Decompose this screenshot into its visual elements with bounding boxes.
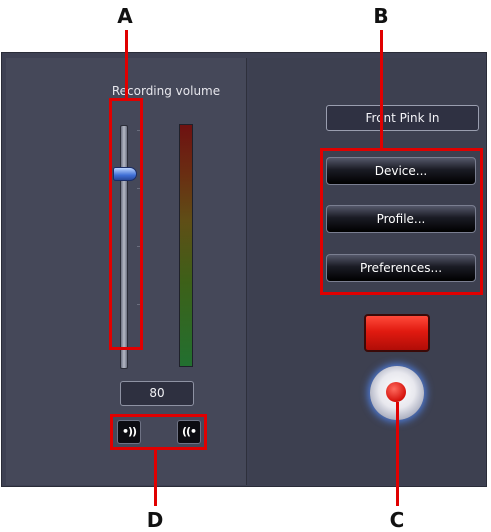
recording-volume-label: Recording volume: [111, 84, 221, 98]
recording-indicator: [364, 314, 430, 352]
callout-line-b: [380, 30, 383, 148]
preferences-button[interactable]: Preferences...: [326, 254, 476, 282]
record-icon: [386, 382, 406, 402]
callout-line-d: [154, 450, 157, 506]
callout-label-d: D: [146, 508, 164, 532]
callout-line-c: [396, 402, 399, 506]
slider-ticks: [137, 130, 141, 362]
callout-line-a: [125, 30, 128, 98]
speaker-left-button[interactable]: •)): [117, 420, 141, 444]
callout-label-c: C: [389, 508, 405, 532]
callout-label-a: A: [117, 4, 133, 28]
volume-slider-thumb[interactable]: [113, 167, 137, 181]
profile-button[interactable]: Profile...: [326, 205, 476, 233]
volume-value-field[interactable]: 80: [120, 381, 194, 406]
screenshot-stage: Recording volume 80 •)) ((• Front Pink I…: [0, 0, 491, 532]
callout-label-b: B: [373, 4, 389, 28]
device-button[interactable]: Device...: [326, 157, 476, 185]
level-meter: [179, 124, 193, 367]
speaker-right-button[interactable]: ((•: [177, 420, 201, 444]
input-device-label: Front Pink In: [326, 105, 479, 131]
volume-slider-track[interactable]: [120, 125, 128, 369]
